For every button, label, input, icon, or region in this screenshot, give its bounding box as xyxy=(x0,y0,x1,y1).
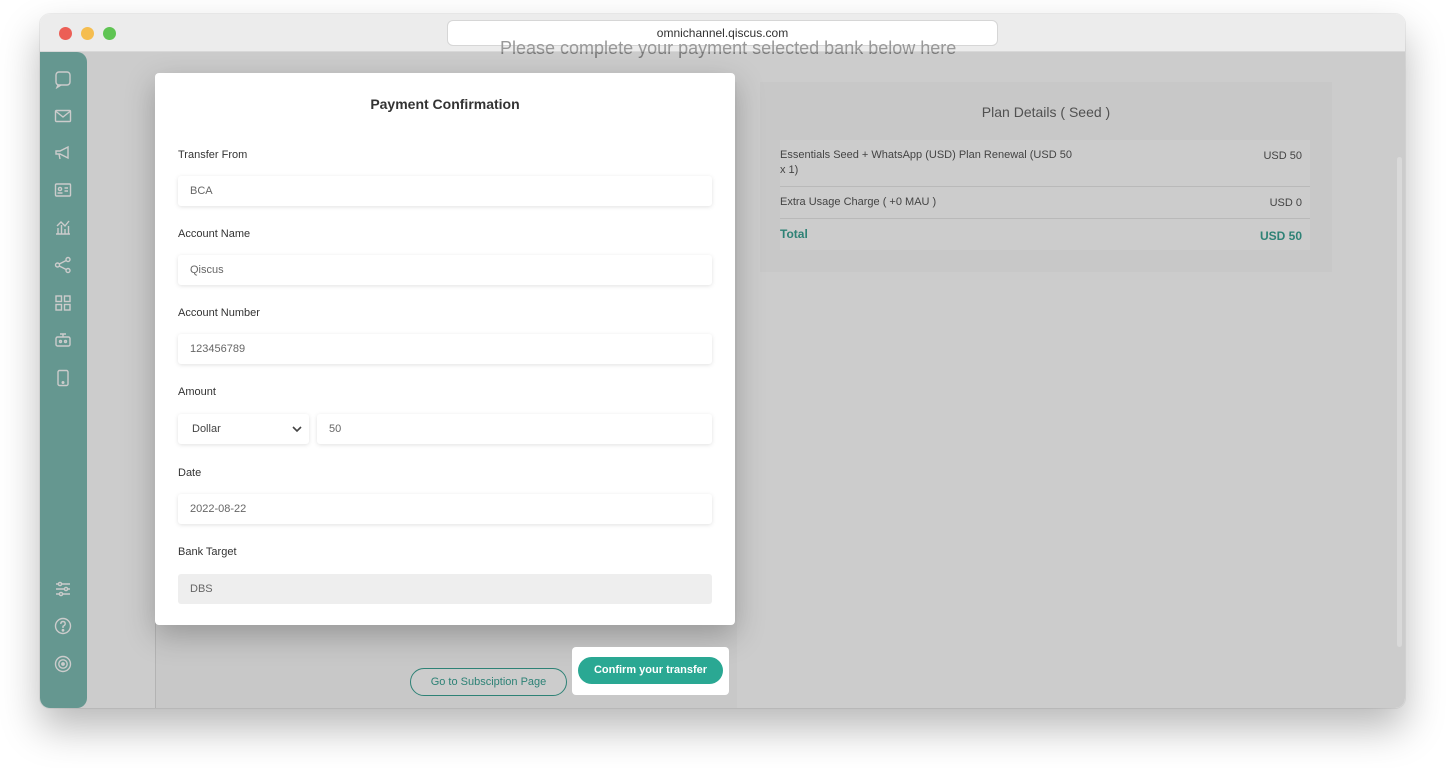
bank-target-label: Bank Target xyxy=(178,546,237,558)
date-field[interactable]: 2022-08-22 xyxy=(178,494,712,524)
bank-target-field: DBS xyxy=(178,574,712,604)
confirm-button-container: Confirm your transfer xyxy=(572,647,729,695)
chevron-down-icon xyxy=(292,426,302,433)
browser-window: omnichannel.qiscus.com Please complete y… xyxy=(40,14,1405,708)
app-content: Please complete your payment selected ba… xyxy=(40,38,1405,708)
transfer-from-field[interactable]: BCA xyxy=(178,176,712,206)
confirm-transfer-button[interactable]: Confirm your transfer xyxy=(578,657,723,684)
amount-label: Amount xyxy=(178,386,216,398)
date-label: Date xyxy=(178,467,202,479)
minimize-window-button[interactable] xyxy=(81,27,94,40)
payment-confirmation-modal: Payment Confirmation Transfer From BCA A… xyxy=(155,73,735,625)
currency-select-value: Dollar xyxy=(192,423,221,435)
modal-title: Payment Confirmation xyxy=(370,96,520,112)
close-window-button[interactable] xyxy=(59,27,72,40)
scrollbar[interactable] xyxy=(1397,157,1402,647)
amount-field[interactable]: 50 xyxy=(317,414,712,444)
transfer-from-label: Transfer From xyxy=(178,149,248,161)
currency-select[interactable]: Dollar xyxy=(178,414,309,444)
account-number-label: Account Number xyxy=(178,307,260,319)
account-number-field[interactable]: 123456789 xyxy=(178,334,712,364)
account-name-field[interactable]: Qiscus xyxy=(178,255,712,285)
account-name-label: Account Name xyxy=(178,228,251,240)
maximize-window-button[interactable] xyxy=(103,27,116,40)
